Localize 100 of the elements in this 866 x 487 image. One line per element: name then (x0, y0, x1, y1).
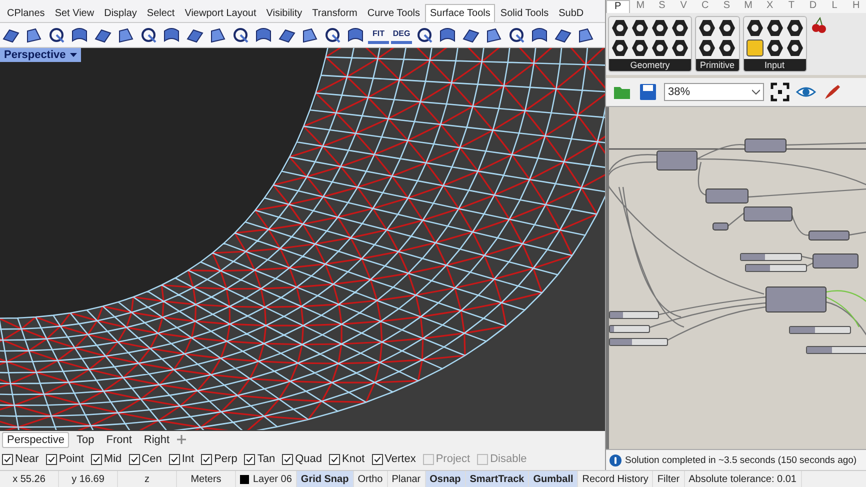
status-bar-item[interactable]: Gumball (529, 471, 578, 487)
viewport-tab[interactable]: Front (101, 432, 137, 448)
surface-tool-icon[interactable] (345, 26, 366, 44)
osnap-checkbox[interactable] (282, 454, 294, 464)
ribbon-tab[interactable]: CPlanes (2, 4, 50, 22)
osnap-checkbox[interactable] (168, 454, 180, 464)
component-icon[interactable] (766, 39, 784, 57)
component-icon[interactable] (746, 19, 764, 37)
component-tab[interactable]: T (780, 0, 802, 13)
component-tab[interactable]: M (737, 0, 760, 13)
ribbon-tab[interactable]: Set View (50, 4, 100, 22)
ribbon-tab[interactable]: SubD (554, 4, 589, 22)
component-tab[interactable]: C (694, 0, 716, 13)
number-slider[interactable] (609, 325, 650, 333)
component-node[interactable] (706, 188, 748, 204)
status-bar-item[interactable]: Grid Snap (296, 471, 354, 487)
component-icon[interactable] (766, 19, 784, 37)
number-slider[interactable] (609, 311, 659, 319)
osnap-checkbox[interactable] (201, 454, 212, 464)
component-node[interactable] (744, 206, 792, 222)
osnap-checkbox[interactable] (46, 454, 57, 464)
component-tab[interactable]: X (759, 0, 781, 13)
brush-icon[interactable] (822, 82, 842, 102)
viewport-tab[interactable]: Top (71, 432, 100, 448)
component-icon[interactable] (786, 39, 804, 57)
viewport-tab[interactable]: Right (138, 432, 175, 448)
component-node[interactable] (656, 150, 698, 170)
component-icon[interactable] (631, 19, 649, 37)
ribbon-tab[interactable]: Transform (307, 4, 362, 22)
component-tab[interactable]: M (630, 0, 652, 13)
component-icon[interactable] (718, 39, 736, 57)
status-bar-item[interactable]: SmartTrack (466, 471, 530, 487)
component-icon[interactable] (698, 39, 716, 57)
component-icon[interactable] (718, 19, 736, 37)
ribbon-tab[interactable]: Display (99, 4, 142, 22)
component-icon[interactable] (671, 39, 689, 57)
component-node[interactable] (812, 254, 858, 268)
ribbon-tab[interactable]: Visibility (261, 4, 308, 22)
status-bar-item[interactable]: Absolute tolerance: 0.01 (684, 471, 802, 487)
viewport-title[interactable]: Perspective (0, 48, 81, 62)
status-bar-item[interactable]: Ortho (354, 471, 388, 487)
status-bar-item[interactable]: z (118, 471, 177, 487)
ribbon-tab[interactable]: Viewport Layout (180, 4, 262, 22)
component-icon[interactable] (651, 19, 669, 37)
save-icon[interactable] (638, 82, 658, 102)
status-bar-item[interactable]: Record History (578, 471, 654, 487)
component-node[interactable] (744, 138, 786, 152)
zoom-dropdown[interactable]: 38% (664, 83, 764, 101)
osnap-checkbox[interactable] (244, 454, 256, 464)
number-slider[interactable] (745, 264, 807, 272)
surface-tool-icon[interactable] (69, 26, 90, 44)
number-slider[interactable] (609, 338, 668, 346)
component-icon[interactable] (746, 39, 764, 57)
component-icon[interactable] (611, 39, 629, 57)
component-icon[interactable] (786, 19, 804, 37)
surface-tool-icon[interactable] (253, 26, 274, 44)
component-icon[interactable] (698, 19, 716, 37)
component-tab[interactable]: P (606, 0, 630, 13)
surface-tool-icon[interactable] (161, 26, 182, 44)
component-tab[interactable]: L (824, 0, 846, 13)
osnap-checkbox[interactable] (90, 454, 102, 464)
status-bar-item[interactable]: x 55.26 (0, 471, 59, 487)
component-icon[interactable] (611, 19, 629, 37)
surface-tool-icon[interactable] (529, 26, 550, 44)
viewport-tab[interactable]: Perspective (2, 432, 70, 448)
number-slider[interactable] (806, 346, 866, 354)
component-node[interactable] (808, 230, 850, 240)
ribbon-tab[interactable]: Surface Tools (425, 4, 496, 22)
component-tab[interactable]: D (802, 0, 824, 13)
add-icon[interactable] (176, 435, 186, 444)
osnap-checkbox[interactable] (329, 454, 340, 464)
osnap-checkbox[interactable] (2, 454, 13, 464)
zoom-extents-icon[interactable] (770, 82, 790, 102)
cherry-icon[interactable] (810, 16, 828, 34)
ribbon-tab[interactable]: Solid Tools (495, 4, 554, 22)
component-tab[interactable]: S (651, 0, 673, 13)
component-icon[interactable] (671, 19, 689, 37)
osnap-checkbox[interactable] (477, 454, 488, 464)
status-bar-item[interactable]: Osnap (426, 471, 466, 487)
osnap-checkbox[interactable] (372, 454, 383, 464)
status-bar-item[interactable]: Layer 06 (236, 471, 297, 487)
ribbon-tab[interactable]: Select (142, 4, 180, 22)
component-tab[interactable]: V (672, 0, 694, 13)
component-icon[interactable] (651, 39, 669, 57)
component-tab[interactable]: H (845, 0, 866, 13)
number-slider[interactable] (789, 326, 851, 334)
ribbon-tab[interactable]: Curve Tools (362, 4, 425, 22)
toolbar-button[interactable]: FIT (368, 26, 389, 44)
number-slider[interactable] (740, 253, 802, 261)
status-bar-item[interactable]: y 16.69 (59, 471, 118, 487)
osnap-checkbox[interactable] (128, 454, 140, 464)
status-bar-item[interactable]: Filter (653, 471, 685, 487)
toolbar-button[interactable]: DEG (391, 26, 412, 44)
dropdown-caret-icon[interactable] (752, 89, 760, 95)
component-tab[interactable]: S (716, 0, 738, 13)
status-bar-item[interactable]: Meters (177, 471, 236, 487)
component-node[interactable] (766, 286, 826, 312)
component-icon[interactable] (631, 39, 649, 57)
osnap-checkbox[interactable] (422, 454, 434, 464)
component-node[interactable] (712, 222, 728, 230)
